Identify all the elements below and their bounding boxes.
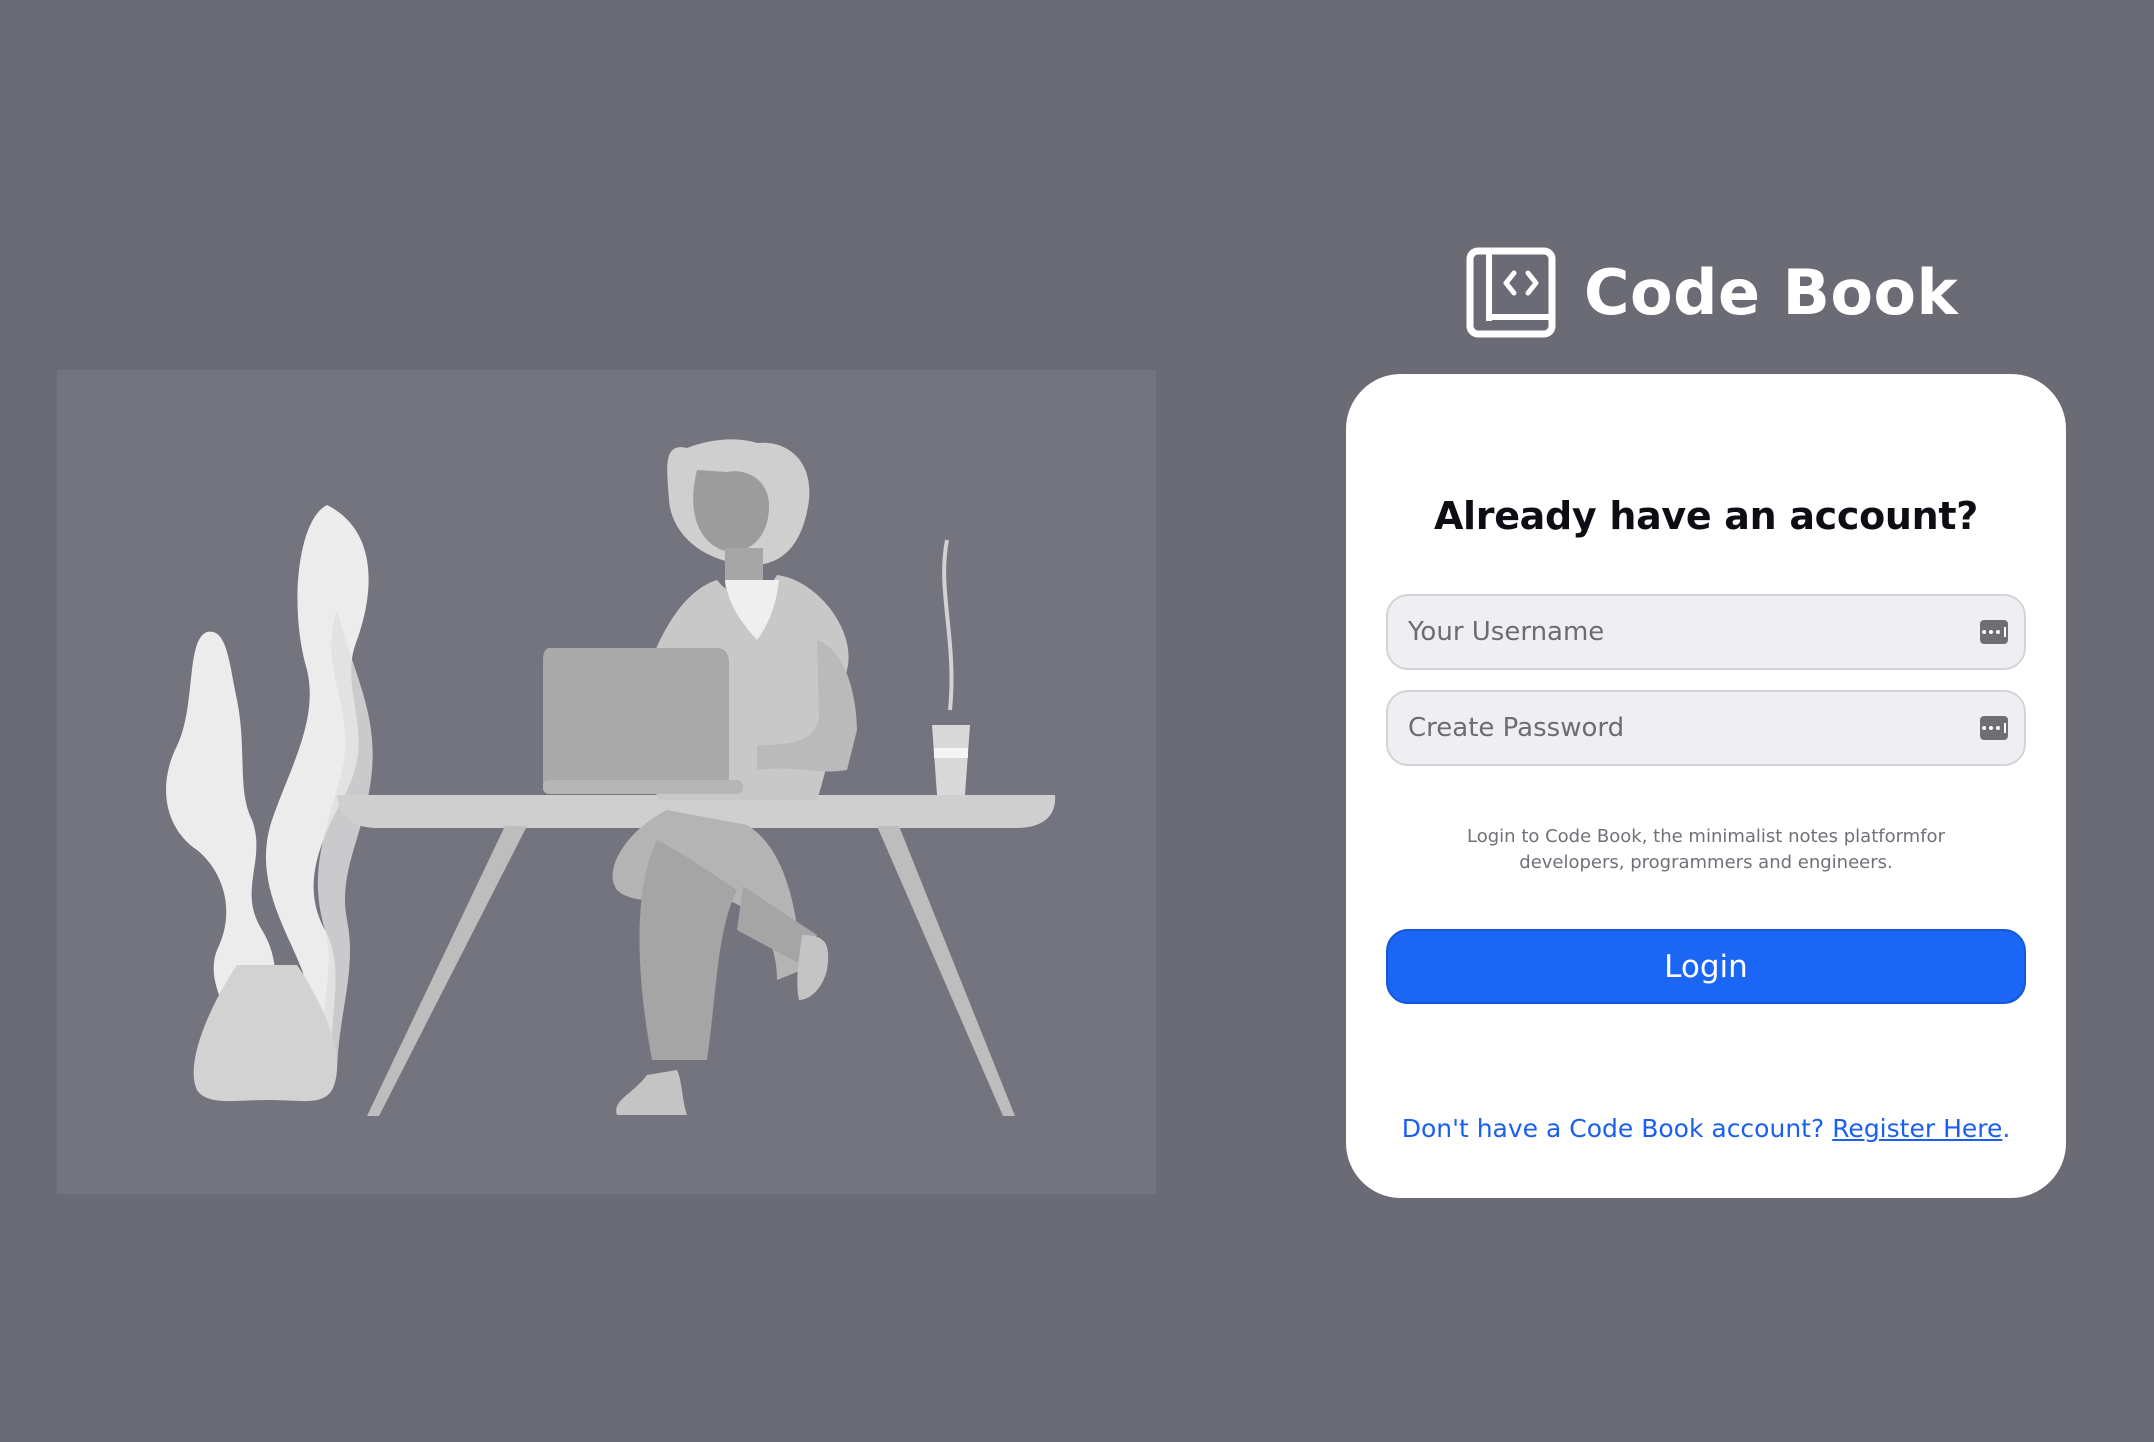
card-title: Already have an account? (1433, 494, 1979, 538)
login-button[interactable]: Login (1386, 929, 2026, 1004)
register-suffix: . (2002, 1114, 2011, 1143)
login-page: Code Book Already have an account? Login… (0, 0, 2154, 1442)
password-manager-icon[interactable] (1980, 716, 2008, 740)
code-book-icon (1466, 247, 1556, 338)
tagline-text: Login to Code Book, the minimalist notes… (1467, 826, 1945, 873)
password-manager-icon[interactable] (1980, 620, 2008, 644)
register-prompt-text: Don't have a Code Book account? (1401, 1114, 1833, 1143)
password-input[interactable] (1388, 692, 1980, 764)
brand-header: Code Book (1464, 245, 1958, 340)
brand-name: Code Book (1584, 255, 1959, 329)
hero-illustration (57, 370, 1156, 1194)
register-prompt: Don't have a Code Book account? Register… (1346, 1114, 2066, 1143)
login-card: Already have an account? Login to Code B… (1346, 374, 2066, 1198)
username-field[interactable] (1386, 594, 2026, 670)
password-field[interactable] (1386, 690, 2026, 766)
person-at-desk-illustration (166, 439, 1056, 1116)
username-input[interactable] (1388, 596, 1980, 668)
register-link[interactable]: Register Here (1832, 1114, 2002, 1143)
